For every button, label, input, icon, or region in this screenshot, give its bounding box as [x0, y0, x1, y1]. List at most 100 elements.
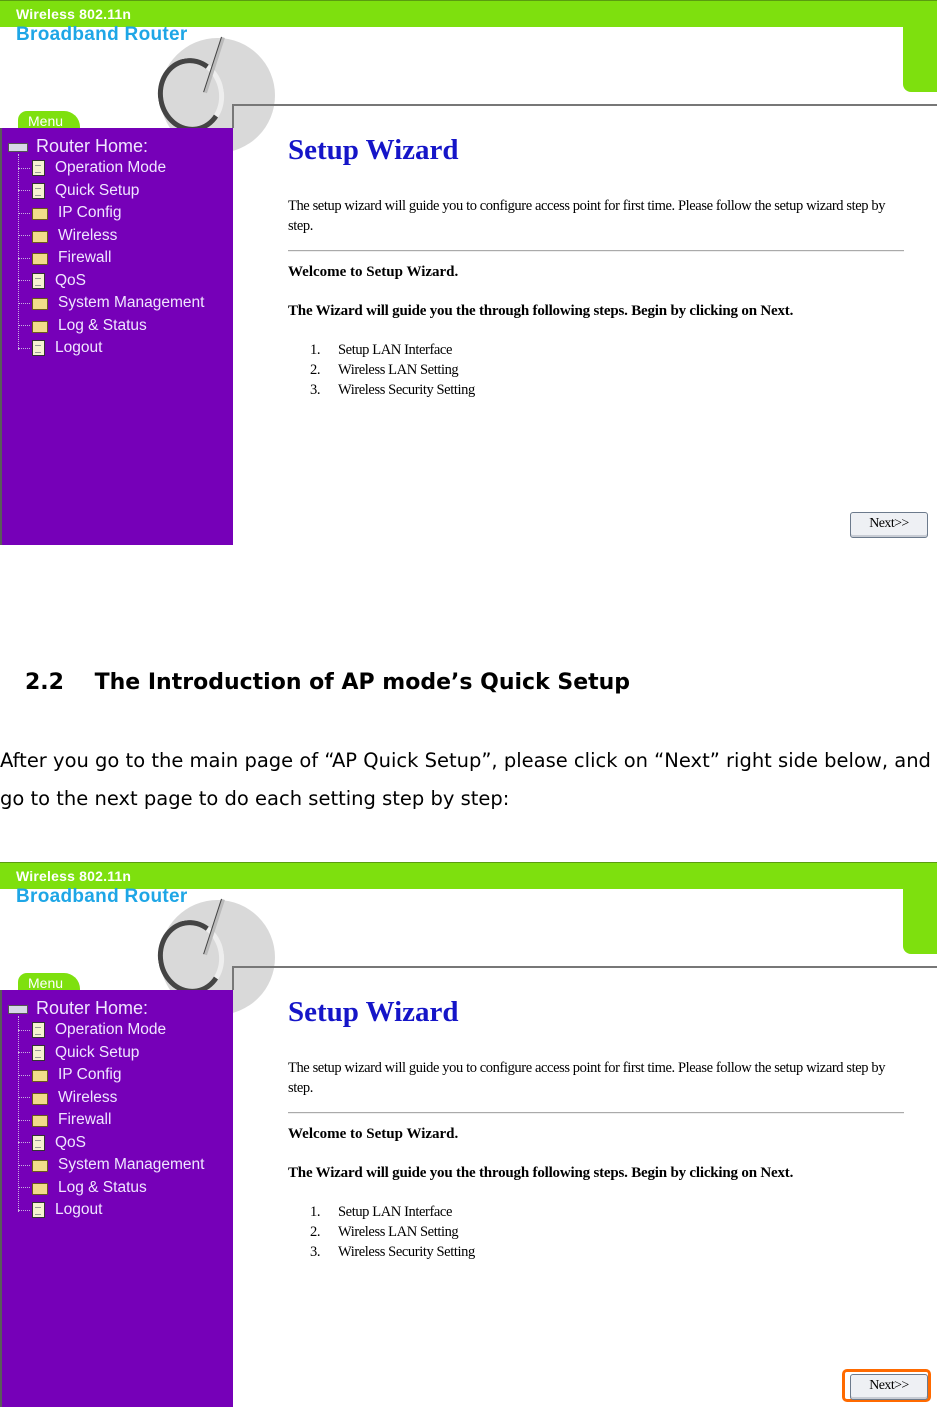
folder-icon [32, 253, 48, 266]
page-title: Setup Wizard [288, 134, 459, 166]
sidebar-item-system-management[interactable]: System Management [18, 292, 204, 315]
steps-list: 1. Setup LAN Interface 2. Wireless LAN Set… [288, 1202, 908, 1262]
sidebar-item-firewall[interactable]: Firewall [18, 247, 204, 270]
sidebar: Router Home: Operation Mode Quick Setup … [0, 128, 233, 545]
brand-title: Broadband Router [16, 24, 188, 45]
list-item: 1. Setup LAN Interface [310, 340, 908, 360]
brand-title: Broadband Router [16, 886, 188, 907]
step-number: 2. [310, 1224, 321, 1240]
sidebar-item-label: Quick Setup [55, 1043, 140, 1061]
page-icon [32, 1044, 45, 1061]
sidebar-item-logout[interactable]: Logout [18, 337, 204, 360]
sidebar-root[interactable]: Router Home: [8, 136, 148, 157]
header-decoration [903, 886, 937, 954]
welcome-text: Welcome to Setup Wizard. [288, 264, 459, 280]
sidebar-item-label: Logout [55, 339, 103, 357]
next-button[interactable]: Next>> [850, 1374, 928, 1400]
list-item: 2. Wireless LAN Setting [310, 1222, 908, 1242]
header-bar [0, 862, 937, 889]
sidebar-item-label: System Management [58, 294, 205, 312]
guide-text: The Wizard will guide you the through fo… [288, 1165, 794, 1181]
sidebar-item-system-management[interactable]: System Management [18, 1154, 204, 1177]
wizard-description: The setup wizard will guide you to confi… [288, 1060, 886, 1096]
wizard-content: Setup Wizard The setup wizard will guide… [288, 994, 908, 1262]
step-number: 1. [310, 342, 321, 358]
sidebar-item-label: System Management [58, 1156, 205, 1174]
sidebar-item-ip-config[interactable]: IP Config [18, 1064, 204, 1087]
sidebar-item-logout[interactable]: Logout [18, 1199, 204, 1222]
sidebar-item-operation-mode[interactable]: Operation Mode [18, 157, 204, 180]
list-item: 3. Wireless Security Setting [310, 380, 908, 400]
sidebar: Router Home: Operation Mode Quick Setup … [0, 990, 233, 1407]
step-label: Setup LAN Interface [338, 1204, 452, 1220]
sidebar-item-firewall[interactable]: Firewall [18, 1109, 204, 1132]
welcome-text: Welcome to Setup Wizard. [288, 1126, 459, 1142]
page-icon [32, 340, 45, 357]
sidebar-item-label: Logout [55, 1201, 103, 1219]
folder-icon [32, 1160, 48, 1173]
sidebar-item-label: IP Config [58, 204, 122, 222]
sidebar-item-label: Log & Status [58, 1178, 147, 1196]
step-number: 1. [310, 1204, 321, 1220]
wizard-description: The setup wizard will guide you to confi… [288, 198, 886, 234]
step-label: Wireless Security Setting [338, 382, 475, 398]
sidebar-item-label: QoS [55, 271, 87, 289]
divider [288, 250, 904, 252]
header-divider-corner [232, 966, 234, 990]
header-decoration [903, 24, 937, 92]
divider [288, 1112, 904, 1114]
folder-icon [32, 1115, 48, 1128]
sidebar-item-label: Log & Status [58, 316, 147, 334]
header-divider [232, 966, 937, 968]
sidebar-item-label: Firewall [58, 1111, 112, 1129]
sidebar-item-qos[interactable]: QoS [18, 270, 204, 293]
sidebar-item-wireless[interactable]: Wireless [18, 225, 204, 248]
router-home-icon [8, 141, 28, 153]
next-button[interactable]: Next>> [850, 512, 928, 538]
header-divider-corner [232, 104, 234, 128]
sidebar-item-log-status[interactable]: Log & Status [18, 315, 204, 338]
list-item: 1. Setup LAN Interface [310, 1202, 908, 1222]
sidebar-item-quick-setup[interactable]: Quick Setup [18, 1042, 204, 1065]
sidebar-item-qos[interactable]: QoS [18, 1132, 204, 1155]
sidebar-root-label: Router Home: [36, 136, 149, 156]
folder-icon [32, 1092, 48, 1105]
sidebar-item-quick-setup[interactable]: Quick Setup [18, 180, 204, 203]
step-label: Setup LAN Interface [338, 342, 452, 358]
folder-icon [32, 1070, 48, 1083]
wizard-content: Setup Wizard The setup wizard will guide… [288, 132, 908, 400]
sidebar-item-log-status[interactable]: Log & Status [18, 1177, 204, 1200]
steps-list: 1. Setup LAN Interface 2. Wireless LAN Set… [288, 340, 908, 400]
step-label: Wireless Security Setting [338, 1244, 475, 1260]
header-divider [232, 104, 937, 106]
folder-icon [32, 208, 48, 221]
page-icon [32, 160, 45, 177]
sidebar-item-operation-mode[interactable]: Operation Mode [18, 1019, 204, 1042]
sidebar-items: Operation Mode Quick Setup IP Config Wir… [18, 1019, 204, 1222]
step-number: 3. [310, 382, 321, 398]
router-home-icon [8, 1003, 28, 1015]
page-title: Setup Wizard [288, 996, 459, 1028]
sidebar-item-ip-config[interactable]: IP Config [18, 202, 204, 225]
sidebar-root-label: Router Home: [36, 998, 149, 1018]
router-screenshot-1: Wireless 802.11n Broadband Router Menu R… [0, 0, 937, 545]
page-icon [32, 1134, 45, 1151]
page-icon [32, 1202, 45, 1219]
page-icon [32, 272, 45, 289]
menu-tab: Menu [18, 973, 80, 991]
sidebar-root[interactable]: Router Home: [8, 998, 148, 1019]
folder-icon [32, 1182, 48, 1195]
sidebar-item-label: Quick Setup [55, 181, 140, 199]
step-number: 3. [310, 1244, 321, 1260]
header-bar [0, 0, 937, 27]
sidebar-item-wireless[interactable]: Wireless [18, 1087, 204, 1110]
page-icon [32, 182, 45, 199]
step-label: Wireless LAN Setting [338, 1224, 459, 1240]
router-screenshot-2: Wireless 802.11n Broadband Router Menu R… [0, 862, 937, 1407]
sidebar-item-label: Operation Mode [55, 1021, 167, 1039]
sidebar-items: Operation Mode Quick Setup IP Config Wir… [18, 157, 204, 360]
folder-icon [32, 320, 48, 333]
section-number: 2.2 [25, 670, 64, 695]
step-number: 2. [310, 362, 321, 378]
sidebar-item-label: QoS [55, 1133, 87, 1151]
